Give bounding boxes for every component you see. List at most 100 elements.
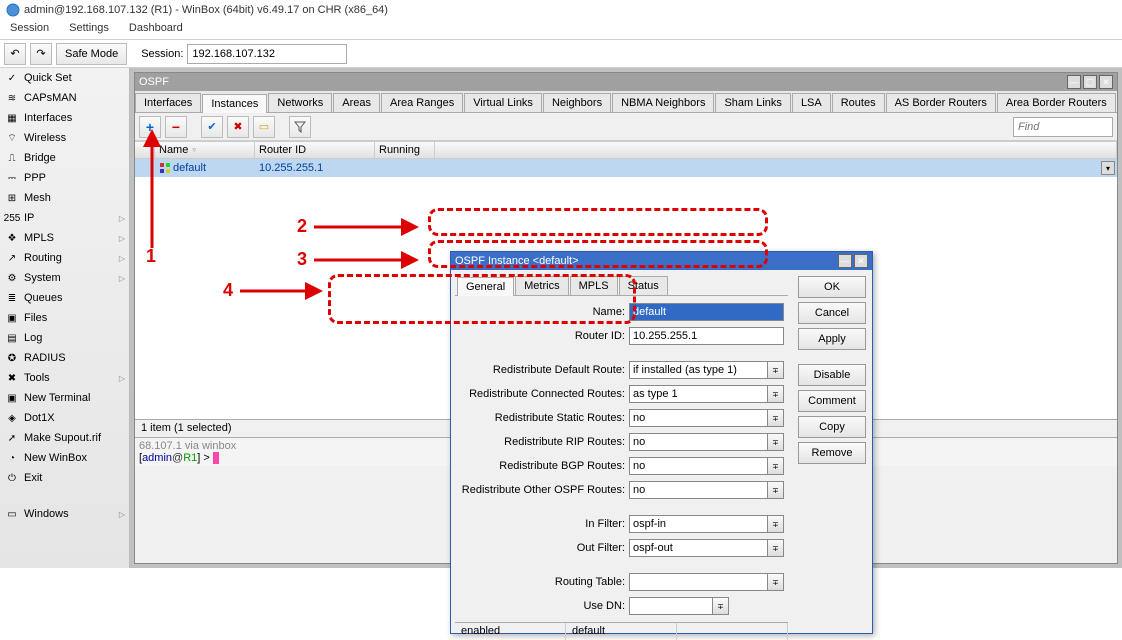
cancel-button[interactable]: Cancel bbox=[798, 302, 866, 324]
menu-session[interactable]: Session bbox=[6, 20, 53, 39]
tab-status[interactable]: Status bbox=[619, 276, 668, 295]
chevron-down-icon[interactable]: ∓ bbox=[767, 482, 783, 498]
table-row[interactable]: default 10.255.255.1 bbox=[135, 159, 1117, 177]
sidebar-item-bridge[interactable]: ⎍Bridge bbox=[0, 148, 129, 168]
chevron-down-icon[interactable]: ∓ bbox=[767, 540, 783, 556]
redist-bgp-select[interactable]: no∓ bbox=[629, 457, 784, 475]
tab-area-ranges[interactable]: Area Ranges bbox=[381, 93, 463, 112]
sidebar-item-mesh[interactable]: ⊞Mesh bbox=[0, 188, 129, 208]
tab-nbma-neighbors[interactable]: NBMA Neighbors bbox=[612, 93, 714, 112]
use-dn-select[interactable]: ∓ bbox=[629, 597, 729, 615]
menu-settings[interactable]: Settings bbox=[65, 20, 113, 39]
redist-other-select[interactable]: no∓ bbox=[629, 481, 784, 499]
tab-lsa[interactable]: LSA bbox=[792, 93, 831, 112]
tab-routes[interactable]: Routes bbox=[832, 93, 885, 112]
tab-as-border-routers[interactable]: AS Border Routers bbox=[886, 93, 996, 112]
sidebar-item-routing[interactable]: ↗Routing▷ bbox=[0, 248, 129, 268]
sidebar-item-files[interactable]: ▣Files bbox=[0, 308, 129, 328]
comment-button[interactable]: Comment bbox=[798, 390, 866, 412]
tab-area-border-routers[interactable]: Area Border Routers bbox=[997, 93, 1116, 112]
chevron-down-icon[interactable]: ∓ bbox=[767, 362, 783, 378]
maximize-button[interactable]: ▢ bbox=[1083, 75, 1097, 89]
remove-button[interactable]: Remove bbox=[798, 442, 866, 464]
minimize-button[interactable]: — bbox=[1067, 75, 1081, 89]
tab-neighbors[interactable]: Neighbors bbox=[543, 93, 611, 112]
chevron-down-icon[interactable]: ∓ bbox=[767, 434, 783, 450]
sidebar-item-radius[interactable]: ✪RADIUS bbox=[0, 348, 129, 368]
out-filter-select[interactable]: ospf-out∓ bbox=[629, 539, 784, 557]
col-running[interactable]: Running bbox=[375, 142, 435, 158]
sidebar-item-interfaces[interactable]: ▦Interfaces bbox=[0, 108, 129, 128]
sidebar-item-tools[interactable]: ✖Tools▷ bbox=[0, 368, 129, 388]
chevron-down-icon[interactable]: ∓ bbox=[767, 386, 783, 402]
col-router-id[interactable]: Router ID bbox=[255, 142, 375, 158]
sidebar-item-new-winbox[interactable]: ◔New WinBox bbox=[0, 448, 129, 468]
chevron-down-icon[interactable]: ∓ bbox=[767, 516, 783, 532]
sidebar-item-new-terminal[interactable]: ▣New Terminal bbox=[0, 388, 129, 408]
sidebar-item-ppp[interactable]: ⎓PPP bbox=[0, 168, 129, 188]
sidebar-item-wireless[interactable]: ⌔Wireless bbox=[0, 128, 129, 148]
comment-button[interactable]: ▭ bbox=[253, 116, 275, 138]
ok-button[interactable]: OK bbox=[798, 276, 866, 298]
tab-virtual-links[interactable]: Virtual Links bbox=[464, 93, 542, 112]
chevron-down-icon[interactable]: ∓ bbox=[767, 410, 783, 426]
name-input[interactable] bbox=[629, 303, 784, 321]
make-supout.rif-icon: ➚ bbox=[4, 430, 20, 446]
chevron-right-icon: ▷ bbox=[119, 254, 125, 263]
instance-window-titlebar[interactable]: OSPF Instance <default> — ✕ bbox=[451, 252, 872, 270]
sidebar-item-queues[interactable]: ≣Queues bbox=[0, 288, 129, 308]
disable-button[interactable]: ✖ bbox=[227, 116, 249, 138]
remove-button[interactable]: − bbox=[165, 116, 187, 138]
close-button[interactable]: ✕ bbox=[854, 254, 868, 268]
redist-static-label: Redistribute Static Routes: bbox=[459, 412, 629, 424]
session-label: Session: bbox=[141, 48, 183, 60]
tab-interfaces[interactable]: Interfaces bbox=[135, 93, 201, 112]
chevron-down-icon[interactable]: ∓ bbox=[767, 458, 783, 474]
tab-metrics[interactable]: Metrics bbox=[515, 276, 568, 295]
minimize-button[interactable]: — bbox=[838, 254, 852, 268]
sidebar-item-quick-set[interactable]: ✓Quick Set bbox=[0, 68, 129, 88]
redist-connected-select[interactable]: as type 1∓ bbox=[629, 385, 784, 403]
column-chooser-button[interactable]: ▾ bbox=[1101, 161, 1115, 175]
sidebar-item-mpls[interactable]: ❖MPLS▷ bbox=[0, 228, 129, 248]
filter-button[interactable] bbox=[289, 116, 311, 138]
tab-general[interactable]: General bbox=[457, 277, 514, 296]
session-address-input[interactable] bbox=[187, 44, 347, 64]
routing-table-select[interactable]: ∓ bbox=[629, 573, 784, 591]
chevron-down-icon[interactable]: ∓ bbox=[767, 574, 783, 590]
tab-instances[interactable]: Instances bbox=[202, 94, 267, 113]
redo-button[interactable]: ↷ bbox=[30, 43, 52, 65]
in-filter-select[interactable]: ospf-in∓ bbox=[629, 515, 784, 533]
sidebar-item-log[interactable]: ▤Log bbox=[0, 328, 129, 348]
enable-button[interactable]: ✔ bbox=[201, 116, 223, 138]
safe-mode-button[interactable]: Safe Mode bbox=[56, 43, 127, 65]
tab-sham-links[interactable]: Sham Links bbox=[715, 93, 790, 112]
tab-areas[interactable]: Areas bbox=[333, 93, 380, 112]
menu-dashboard[interactable]: Dashboard bbox=[125, 20, 187, 39]
sidebar-item-exit[interactable]: ⏻Exit bbox=[0, 468, 129, 488]
close-button[interactable]: ✕ bbox=[1099, 75, 1113, 89]
undo-button[interactable]: ↶ bbox=[4, 43, 26, 65]
tab-mpls[interactable]: MPLS bbox=[570, 276, 618, 295]
redist-default-select[interactable]: if installed (as type 1)∓ bbox=[629, 361, 784, 379]
redist-static-select[interactable]: no∓ bbox=[629, 409, 784, 427]
sidebar-item-capsman[interactable]: ≋CAPsMAN bbox=[0, 88, 129, 108]
router-id-label: Router ID: bbox=[459, 330, 629, 342]
chevron-down-icon[interactable]: ∓ bbox=[712, 598, 728, 614]
disable-button[interactable]: Disable bbox=[798, 364, 866, 386]
redist-rip-select[interactable]: no∓ bbox=[629, 433, 784, 451]
sidebar-item-make-supout.rif[interactable]: ➚Make Supout.rif bbox=[0, 428, 129, 448]
sidebar-item-dot1x[interactable]: ◈Dot1X bbox=[0, 408, 129, 428]
sidebar-item-windows[interactable]: ▭ Windows ▷ bbox=[0, 504, 129, 524]
sidebar-item-system[interactable]: ⚙System▷ bbox=[0, 268, 129, 288]
add-button[interactable]: + bbox=[139, 116, 161, 138]
col-name[interactable]: Name▿ bbox=[155, 142, 255, 158]
tab-networks[interactable]: Networks bbox=[268, 93, 332, 112]
menubar: Session Settings Dashboard bbox=[0, 20, 1122, 40]
sidebar: ✓Quick Set≋CAPsMAN▦Interfaces⌔Wireless⎍B… bbox=[0, 68, 130, 568]
find-input[interactable] bbox=[1013, 117, 1113, 137]
copy-button[interactable]: Copy bbox=[798, 416, 866, 438]
router-id-input[interactable] bbox=[629, 327, 784, 345]
apply-button[interactable]: Apply bbox=[798, 328, 866, 350]
sidebar-item-ip[interactable]: 255IP▷ bbox=[0, 208, 129, 228]
